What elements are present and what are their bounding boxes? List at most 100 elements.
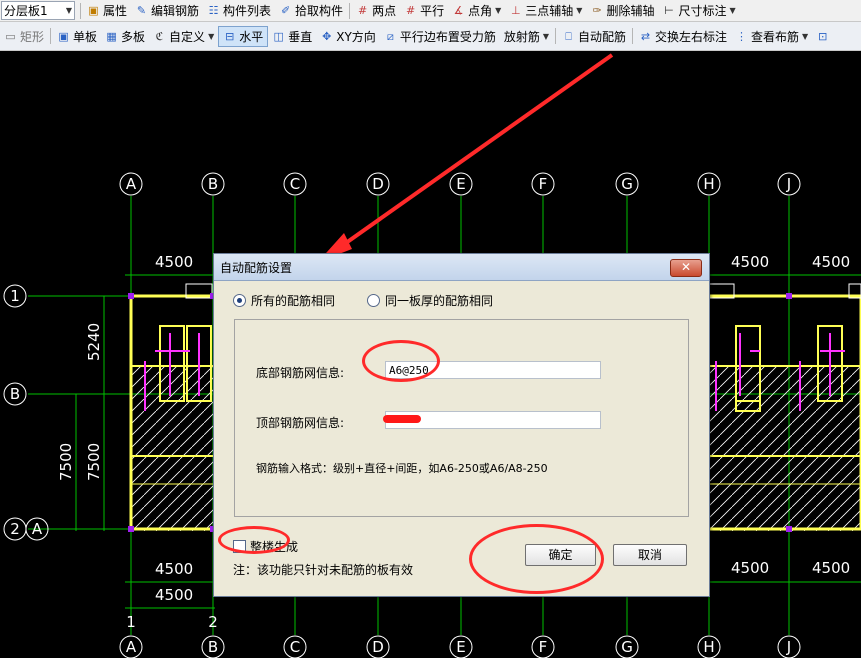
axis-label-top-C: C — [290, 175, 300, 193]
dim-bottom-3: 4500 — [731, 559, 769, 577]
dimension-icon: ⊢ — [664, 4, 674, 17]
row-bubble-0: 1 — [3, 284, 27, 308]
dialog-titlebar[interactable]: 自动配筋设置 ✕ — [214, 254, 709, 281]
rebar-toolbar: ▭ 矩形 ▣ 单板 ▦ 多板 ℭ 自定义 ▼ ⊟ 水平 ◫ 垂直 ✥ XY方向 … — [0, 22, 861, 51]
axis-bubble-bottom-G: G — [615, 635, 639, 658]
axis-label-top-H: H — [703, 175, 714, 193]
dialog-title: 自动配筋设置 — [220, 261, 293, 275]
rebar-format-hint: 钢筋输入格式：级别+直径+间距，如A6-250或A6/A8-250 — [256, 462, 548, 475]
three-point-axis-label: 三点辅轴 — [525, 4, 574, 18]
close-button[interactable]: ✕ — [670, 259, 702, 277]
dim-bottom-2: 4500 — [155, 586, 193, 604]
axis-bubble-A: A — [119, 172, 143, 196]
axis-label-top-B: B — [208, 175, 218, 193]
edit-rebar-button[interactable]: ✎ 编辑钢筋 — [131, 1, 203, 21]
properties-icon: ▣ — [88, 4, 99, 17]
component-list-icon: ☷ — [208, 4, 219, 17]
redaction-scribble — [383, 415, 421, 423]
layer-select[interactable]: 分层板1 ▼ — [1, 1, 75, 20]
swap-label-icon: ⇄ — [640, 29, 651, 43]
two-point-axis-icon: # — [357, 4, 368, 17]
vertical-button[interactable]: ◫ 垂直 — [268, 26, 316, 46]
horizontal-button[interactable]: ⊟ 水平 — [218, 25, 269, 47]
view-rebar-button[interactable]: ⋮ 查看布筋 ▼ — [731, 26, 812, 46]
axis-bubble-D: D — [366, 172, 390, 196]
axis-bubble-J: J — [777, 172, 801, 196]
parallel-axis-button[interactable]: # 平行 — [400, 1, 448, 21]
pick-component-icon: ✐ — [280, 4, 291, 17]
auto-rebar-settings-dialog: 自动配筋设置 ✕ 所有的配筋相同 同一板厚的配筋相同 底部钢筋网信息: A6@2… — [213, 253, 710, 597]
parallel-edge-rebar-icon: ⧄ — [386, 29, 394, 43]
axis-bubble-F: F — [531, 172, 555, 196]
custom-icon: ℭ — [155, 29, 164, 43]
radio-all-same-label: 所有的配筋相同 — [251, 294, 336, 308]
top-rebar-label: 顶部钢筋网信息: — [256, 416, 345, 430]
horizontal-label: 水平 — [239, 29, 264, 44]
radio-same-thickness-label: 同一板厚的配筋相同 — [385, 294, 494, 308]
single-slab-button[interactable]: ▣ 单板 — [53, 26, 101, 46]
parallel-axis-label: 平行 — [420, 4, 445, 18]
axis-bubble-bottom-F: F — [531, 635, 555, 658]
row-bubble-2: 2 — [3, 517, 27, 541]
axis-bubble-C: C — [283, 172, 307, 196]
dim-top-3: 4500 — [812, 253, 850, 271]
row-axis-label-0: 1 — [10, 287, 20, 305]
radio-all-same[interactable]: 所有的配筋相同 — [233, 292, 335, 309]
dim-bottom-4: 4500 — [812, 559, 850, 577]
axis-label-top-D: D — [372, 175, 384, 193]
vertical-label: 垂直 — [288, 29, 313, 44]
pick-component-button[interactable]: ✐ 拾取构件 — [275, 1, 347, 21]
axis-label-top-G: G — [621, 175, 633, 193]
two-point-axis-button[interactable]: # 两点 — [352, 1, 400, 21]
multi-slab-label: 多板 — [121, 29, 146, 44]
dimension-button[interactable]: ⊢ 尺寸标注 ▼ — [658, 1, 739, 21]
axis-label-bottom-F: F — [539, 638, 548, 656]
row-axis-label-2: 2 — [10, 520, 20, 538]
crop-button[interactable]: ⊡ — [812, 26, 833, 46]
point-angle-label: 点角 — [468, 4, 493, 18]
axis-bubble-bottom-H: H — [697, 635, 721, 658]
axis-label-bottom-J: J — [786, 638, 791, 656]
two-point-axis-label: 两点 — [372, 4, 397, 18]
axis-bubble-bottom-E: E — [449, 635, 473, 658]
delete-axis-label: 删除辅轴 — [606, 4, 655, 18]
custom-button[interactable]: ℭ 自定义 ▼ — [149, 26, 218, 46]
dim-left-7500-a: 7500 — [57, 443, 75, 481]
chevron-down-icon: ▼ — [802, 31, 809, 41]
auto-rebar-button[interactable]: ⎕ 自动配筋 — [558, 26, 630, 46]
radio-selected-icon — [233, 294, 246, 307]
parallel-edge-rebar-button[interactable]: ⧄ 平行边布置受力筋 — [380, 26, 500, 46]
xy-direction-button[interactable]: ✥ XY方向 — [316, 26, 380, 46]
three-point-axis-button[interactable]: ⊥ 三点辅轴 ▼ — [505, 1, 586, 21]
axis-bubble-H: H — [697, 172, 721, 196]
row-bubble-1: B — [3, 382, 27, 406]
properties-button[interactable]: ▣ 属性 — [83, 1, 131, 21]
annotation-circle-ok — [469, 524, 604, 594]
auto-rebar-label: 自动配筋 — [578, 29, 627, 44]
axis-label-top-J: J — [786, 175, 791, 193]
single-slab-icon: ▣ — [58, 29, 69, 43]
radial-rebar-label: 放射筋 — [503, 29, 540, 44]
swap-label-button[interactable]: ⇄ 交换左右标注 — [635, 26, 731, 46]
axis-label-bottom-B: B — [208, 638, 218, 656]
radio-same-thickness[interactable]: 同一板厚的配筋相同 — [367, 292, 493, 309]
rectangle-label: 矩形 — [20, 29, 45, 44]
multi-slab-icon: ▦ — [106, 29, 117, 43]
multi-slab-button[interactable]: ▦ 多板 — [101, 26, 149, 46]
view-rebar-label: 查看布筋 — [751, 29, 800, 44]
axis-label-bottom-A: A — [126, 638, 137, 656]
radial-rebar-button[interactable]: 放射筋 ▼ — [500, 26, 553, 46]
separator — [632, 28, 634, 44]
delete-axis-button[interactable]: ✑ 删除辅轴 — [586, 1, 658, 21]
horizontal-icon: ⊟ — [225, 29, 235, 43]
cancel-button[interactable]: 取消 — [613, 544, 687, 566]
dialog-note: 注：该功能只针对未配筋的板有效 — [233, 563, 414, 577]
row-axis-label-1: B — [10, 385, 20, 403]
separator — [50, 28, 52, 44]
axis-label-extra-0: 1 — [126, 613, 136, 631]
properties-label: 属性 — [103, 4, 128, 18]
point-angle-button[interactable]: ∡ 点角 ▼ — [448, 1, 505, 21]
parallel-axis-icon: # — [405, 4, 416, 17]
component-list-button[interactable]: ☷ 构件列表 — [203, 1, 275, 21]
rectangle-button[interactable]: ▭ 矩形 — [0, 26, 48, 46]
